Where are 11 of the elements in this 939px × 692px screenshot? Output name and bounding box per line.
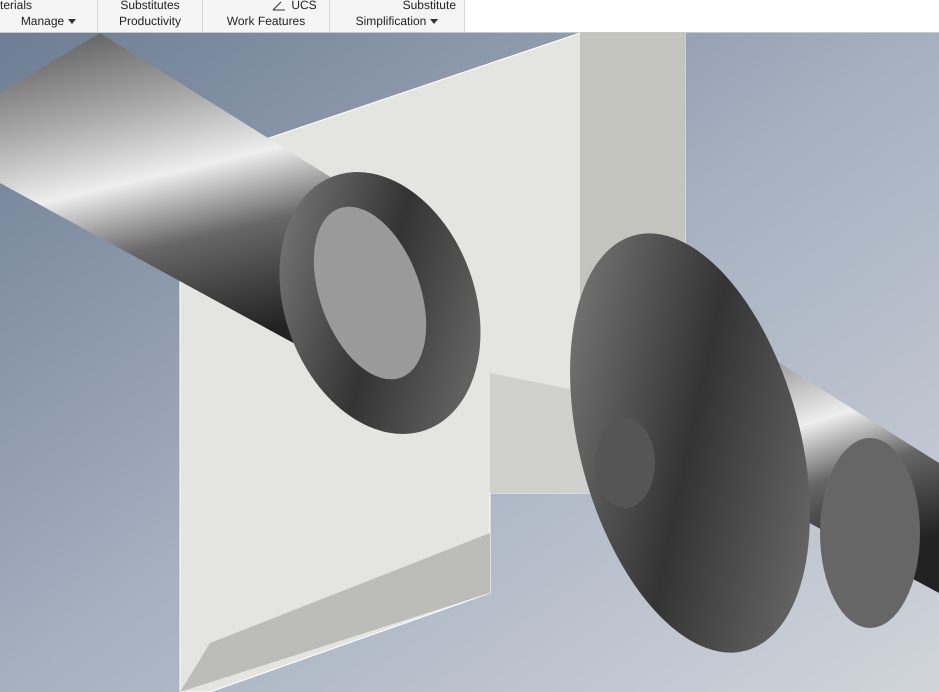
- tool-label[interactable]: Substitute: [402, 0, 456, 11]
- caret-icon: [430, 18, 438, 24]
- tool-label[interactable]: Substitutes: [120, 0, 180, 11]
- ucs-axis-icon[interactable]: [271, 1, 288, 11]
- panel-title[interactable]: Work Features: [226, 12, 306, 30]
- caret-icon: [68, 18, 76, 24]
- panel-title[interactable]: Productivity: [118, 12, 182, 30]
- tool-label[interactable]: UCS: [291, 0, 317, 11]
- panel-title[interactable]: Simplification: [356, 12, 438, 30]
- tool-label[interactable]: terials: [0, 0, 32, 11]
- panel-title[interactable]: Manage: [20, 12, 76, 30]
